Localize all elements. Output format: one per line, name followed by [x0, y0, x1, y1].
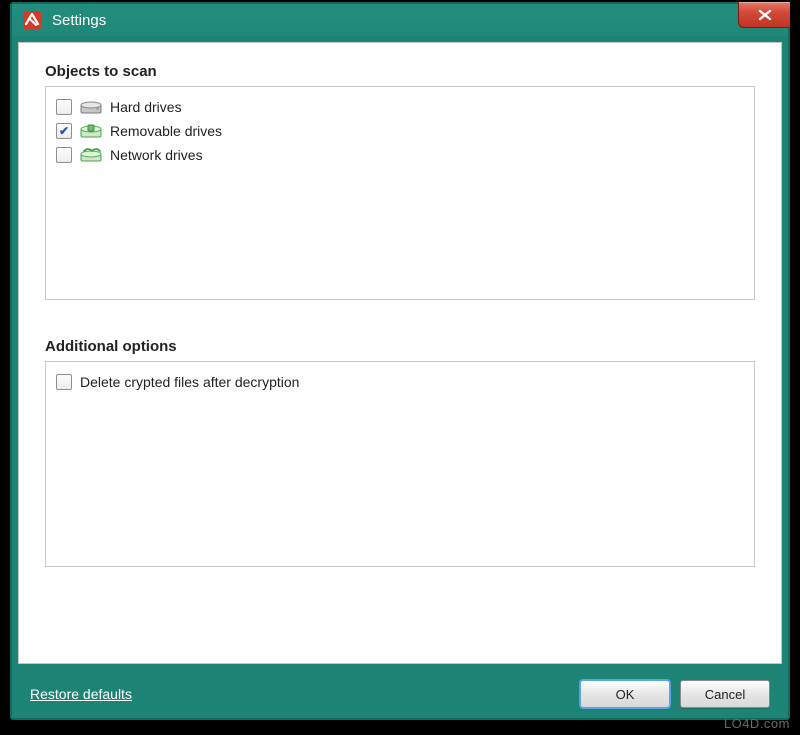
- additional-item-label: Delete crypted files after decryption: [80, 374, 299, 390]
- network-drive-icon: [80, 146, 102, 164]
- scan-item-network-drives: Network drives: [56, 143, 744, 167]
- scan-item-hard-drives: Hard drives: [56, 95, 744, 119]
- objects-group: Hard drives ✔ Removable drives: [45, 86, 755, 300]
- additional-section-title: Additional options: [45, 338, 755, 355]
- titlebar: Settings: [12, 4, 788, 36]
- additional-item-delete-crypted: Delete crypted files after decryption: [56, 370, 744, 394]
- scan-item-removable-drives: ✔ Removable drives: [56, 119, 744, 143]
- checkbox-delete-crypted[interactable]: [56, 374, 72, 390]
- ok-button[interactable]: OK: [580, 680, 670, 708]
- close-button[interactable]: [738, 2, 790, 28]
- settings-window: Settings Objects to scan Hard drives: [10, 2, 790, 720]
- app-logo-icon: [20, 8, 44, 32]
- scan-item-label: Removable drives: [110, 123, 222, 139]
- scan-item-label: Network drives: [110, 147, 203, 163]
- hdd-icon: [80, 98, 102, 116]
- objects-section-title: Objects to scan: [45, 63, 755, 80]
- footer-bar: Restore defaults OK Cancel: [12, 670, 788, 718]
- checkbox-removable-drives[interactable]: ✔: [56, 123, 72, 139]
- additional-group: Delete crypted files after decryption: [45, 361, 755, 567]
- checkbox-network-drives[interactable]: [56, 147, 72, 163]
- close-icon: [758, 9, 772, 21]
- cancel-button[interactable]: Cancel: [680, 680, 770, 708]
- window-title: Settings: [52, 12, 106, 29]
- checkbox-hard-drives[interactable]: [56, 99, 72, 115]
- removable-icon: [80, 122, 102, 140]
- restore-defaults-link[interactable]: Restore defaults: [30, 686, 132, 702]
- content-panel: Objects to scan Hard drives ✔: [18, 42, 782, 664]
- scan-item-label: Hard drives: [110, 99, 182, 115]
